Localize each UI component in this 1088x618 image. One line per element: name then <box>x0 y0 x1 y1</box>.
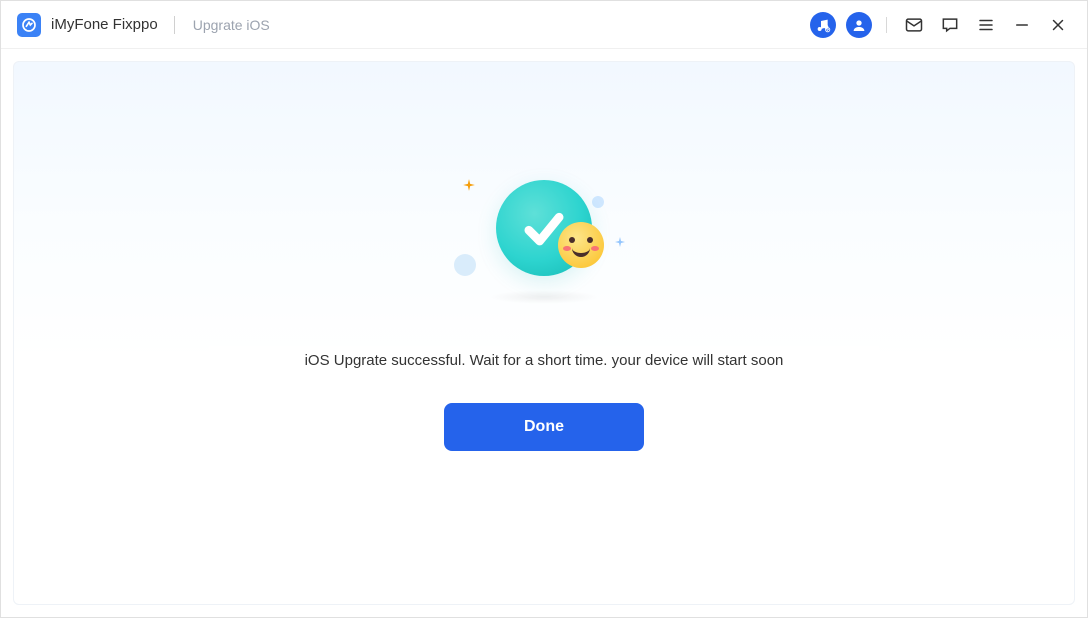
illustration-shadow <box>489 290 599 304</box>
done-button[interactable]: Done <box>444 403 644 451</box>
menu-icon[interactable] <box>973 12 999 38</box>
smiley-icon <box>558 222 604 268</box>
app-name: iMyFone Fixppo <box>51 16 158 33</box>
account-icon[interactable] <box>846 12 872 38</box>
mail-icon[interactable] <box>901 12 927 38</box>
status-message: iOS Upgrate successful. Wait for a short… <box>209 346 879 375</box>
main-panel: iOS Upgrate successful. Wait for a short… <box>13 61 1075 605</box>
decor-dot <box>592 196 604 208</box>
music-icon[interactable] <box>810 12 836 38</box>
breadcrumb: Upgrate iOS <box>193 17 270 33</box>
titlebar-right <box>810 12 1071 38</box>
app-window: iMyFone Fixppo Upgrate iOS <box>0 0 1088 618</box>
title-divider <box>174 16 175 34</box>
chat-icon[interactable] <box>937 12 963 38</box>
success-illustration <box>454 172 634 312</box>
toolbar-separator <box>886 17 887 33</box>
content-area: iOS Upgrate successful. Wait for a short… <box>1 49 1087 617</box>
sparkle-icon <box>614 236 626 248</box>
sparkle-icon <box>462 178 476 192</box>
titlebar-left: iMyFone Fixppo Upgrate iOS <box>17 13 270 37</box>
app-logo-icon <box>17 13 41 37</box>
close-icon[interactable] <box>1045 12 1071 38</box>
titlebar: iMyFone Fixppo Upgrate iOS <box>1 1 1087 49</box>
decor-dot <box>454 254 476 276</box>
minimize-icon[interactable] <box>1009 12 1035 38</box>
